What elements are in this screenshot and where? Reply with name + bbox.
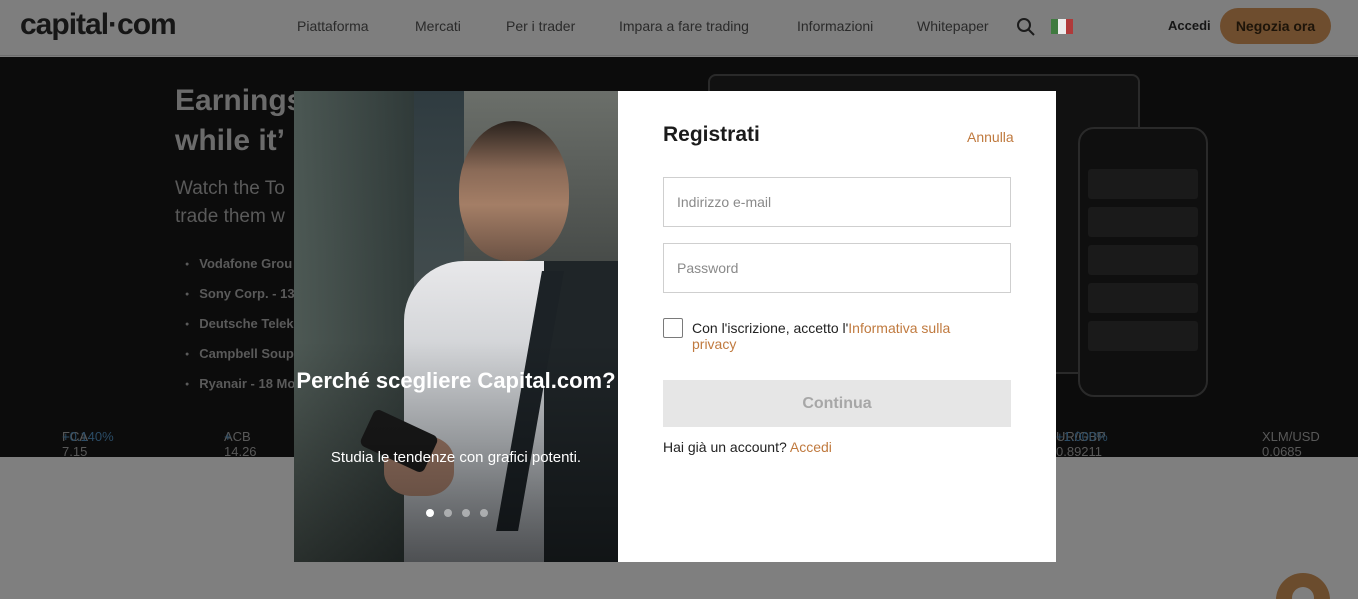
login-link[interactable]: Accedi xyxy=(790,439,832,455)
signup-form-panel: Registrati Annulla Con l'iscrizione, acc… xyxy=(618,91,1056,562)
list-item: Deutsche Telek xyxy=(185,309,295,339)
carousel-dot[interactable] xyxy=(444,509,452,517)
nav-informazioni[interactable]: Informazioni xyxy=(797,18,873,34)
nav-impara-trading[interactable]: Impara a fare trading xyxy=(619,18,749,34)
carousel-dot[interactable] xyxy=(480,509,488,517)
form-title: Registrati xyxy=(663,123,760,146)
top-navigation: capital·com Piattaforma Mercati Per i tr… xyxy=(0,0,1358,56)
list-item: Campbell Soup xyxy=(185,339,295,369)
earnings-list: Vodafone Grou Sony Corp. - 13 Deutsche T… xyxy=(185,249,295,399)
hero-title: Earnings while it’ xyxy=(175,84,304,157)
registration-modal: Perché scegliere Capital.com? Studia le … xyxy=(294,91,1056,562)
search-icon[interactable] xyxy=(1016,17,1036,37)
header-login-link[interactable]: Accedi xyxy=(1168,18,1211,33)
promo-panel: Perché scegliere Capital.com? Studia le … xyxy=(294,91,618,562)
carousel-dots xyxy=(426,509,488,517)
promo-text: Studia le tendenze con grafici potenti. xyxy=(330,449,582,466)
nav-piattaforma[interactable]: Piattaforma xyxy=(297,18,369,34)
carousel-dot[interactable] xyxy=(426,509,434,517)
password-field[interactable] xyxy=(663,243,1011,293)
carousel-dot[interactable] xyxy=(462,509,470,517)
italy-flag-icon[interactable] xyxy=(1051,19,1073,34)
privacy-consent-checkbox[interactable] xyxy=(663,318,683,338)
cancel-link[interactable]: Annulla xyxy=(967,129,1014,145)
flag-stripe-green xyxy=(1051,19,1059,34)
hero-subtitle: Watch the To trade them w xyxy=(175,178,285,227)
nav-per-i-trader[interactable]: Per i trader xyxy=(506,18,575,34)
flag-stripe-red xyxy=(1065,19,1073,34)
list-item: Sony Corp. - 13 xyxy=(185,279,295,309)
mobile-app-screenshot xyxy=(1078,127,1208,397)
email-field[interactable] xyxy=(663,177,1011,227)
trade-now-button[interactable]: Negozia ora xyxy=(1220,8,1331,44)
photo-person-head xyxy=(459,121,569,261)
capital-com-logo[interactable]: capital·com xyxy=(20,8,177,42)
mock-row xyxy=(1088,207,1198,237)
promo-title: Perché scegliere Capital.com? xyxy=(296,368,616,393)
list-item: Vodafone Grou xyxy=(185,249,295,279)
privacy-consent-label: Con l'iscrizione, accetto l'Informativa … xyxy=(692,320,951,352)
continue-button[interactable]: Continua xyxy=(663,380,1011,427)
mock-row xyxy=(1088,169,1198,199)
mock-row xyxy=(1088,321,1198,351)
existing-account-line: Hai già un account? Accedi xyxy=(663,439,832,455)
nav-mercati[interactable]: Mercati xyxy=(415,18,461,34)
flag-stripe-white xyxy=(1058,19,1066,34)
list-item: Ryanair - 18 Mo xyxy=(185,369,295,399)
chat-icon xyxy=(1292,587,1314,599)
nav-whitepaper[interactable]: Whitepaper xyxy=(917,18,989,34)
mock-row xyxy=(1088,245,1198,275)
mock-row xyxy=(1088,283,1198,313)
